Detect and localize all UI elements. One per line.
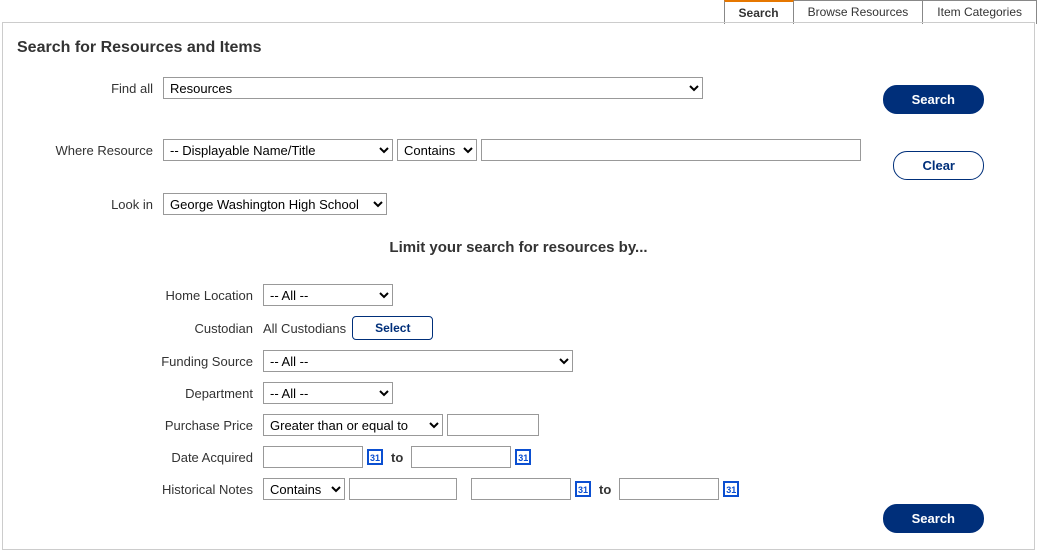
purchase-price-label: Purchase Price [3, 418, 263, 433]
main-panel: Search for Resources and Items Search Cl… [2, 22, 1035, 550]
select-custodian-button[interactable]: Select [352, 316, 433, 340]
tab-browse-resources[interactable]: Browse Resources [794, 0, 924, 24]
limit-section-title: Limit your search for resources by... [3, 239, 1034, 256]
historical-notes-text-input[interactable] [349, 478, 457, 500]
custodian-value: All Custodians [263, 321, 352, 336]
tab-search[interactable]: Search [724, 0, 794, 24]
historical-notes-op-select[interactable]: Contains [263, 478, 345, 500]
calendar-icon[interactable]: 31 [367, 449, 383, 465]
calendar-icon[interactable]: 31 [723, 481, 739, 497]
purchase-price-input[interactable] [447, 414, 539, 436]
home-location-label: Home Location [3, 288, 263, 303]
department-select[interactable]: -- All -- [263, 382, 393, 404]
tabs-bar: Search Browse Resources Item Categories [724, 0, 1037, 24]
historical-notes-date-from-input[interactable] [471, 478, 571, 500]
historical-notes-label: Historical Notes [3, 482, 263, 497]
historical-notes-date-to-input[interactable] [619, 478, 719, 500]
look-in-label: Look in [3, 197, 163, 212]
operator-select[interactable]: Contains [397, 139, 477, 161]
hist-to-label: to [591, 482, 619, 497]
search-value-input[interactable] [481, 139, 861, 161]
search-button-bottom[interactable]: Search [883, 504, 984, 533]
funding-source-label: Funding Source [3, 354, 263, 369]
where-resource-label: Where Resource [3, 143, 163, 158]
page-title: Search for Resources and Items [3, 23, 1034, 77]
funding-source-select[interactable]: -- All -- [263, 350, 573, 372]
purchase-price-op-select[interactable]: Greater than or equal to [263, 414, 443, 436]
look-in-select[interactable]: George Washington High School [163, 193, 387, 215]
date-acquired-label: Date Acquired [3, 450, 263, 465]
field-select[interactable]: -- Displayable Name/Title [163, 139, 393, 161]
date-acquired-from-input[interactable] [263, 446, 363, 468]
find-all-label: Find all [3, 81, 163, 96]
calendar-icon[interactable]: 31 [515, 449, 531, 465]
find-all-select[interactable]: Resources [163, 77, 703, 99]
date-to-label: to [383, 450, 411, 465]
home-location-select[interactable]: -- All -- [263, 284, 393, 306]
tab-item-categories[interactable]: Item Categories [923, 0, 1037, 24]
calendar-icon[interactable]: 31 [575, 481, 591, 497]
date-acquired-to-input[interactable] [411, 446, 511, 468]
custodian-label: Custodian [3, 321, 263, 336]
department-label: Department [3, 386, 263, 401]
